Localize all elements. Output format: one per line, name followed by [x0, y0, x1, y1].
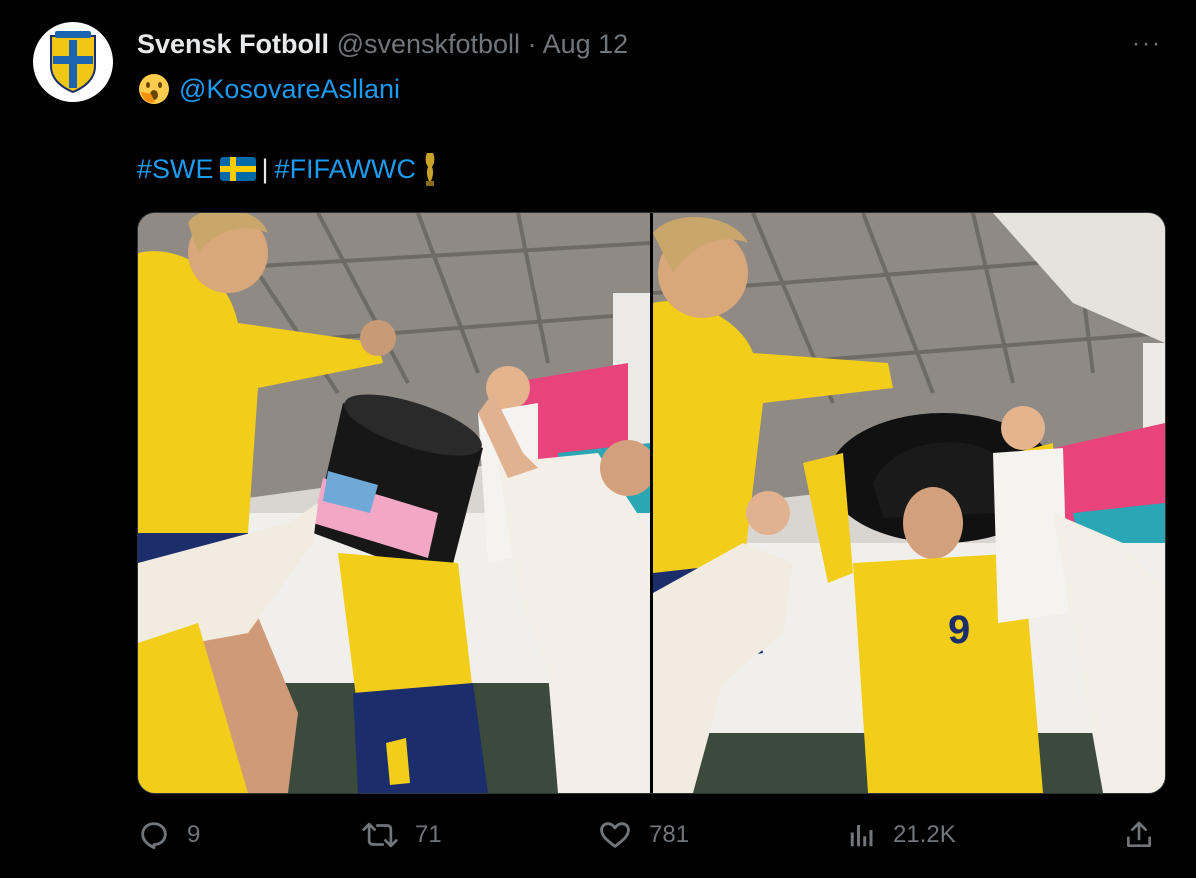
like-count: 781 [649, 821, 690, 848]
tweet-media[interactable]: 9 [137, 212, 1166, 794]
reply-action[interactable]: 9 [137, 818, 200, 852]
retweet-count: 71 [415, 821, 442, 848]
astonished-face-with-hand-icon [139, 74, 169, 104]
hashtag-fifawwc-link[interactable]: #FIFAWWC [275, 152, 417, 186]
retweet-icon [362, 822, 398, 848]
reply-icon [141, 822, 167, 850]
tweet-text-line-2: #SWE | #FIFAWWC [137, 151, 438, 187]
svff-crest-icon [50, 31, 96, 94]
tweet-date[interactable]: Aug 12 [543, 29, 629, 59]
reply-count: 9 [187, 821, 201, 848]
mention-link[interactable]: @KosovareAsllani [179, 72, 400, 106]
sweden-flag-icon [219, 157, 256, 181]
display-name[interactable]: Svensk Fotboll [137, 29, 329, 59]
share-icon [1127, 821, 1151, 847]
views-action[interactable]: 21.2K [847, 818, 956, 852]
tweet-actions: 9 71 781 21.2K [137, 818, 1164, 858]
hashtag-swe-link[interactable]: #SWE [137, 152, 214, 186]
tweet-text-line-1: @KosovareAsllani [137, 72, 400, 106]
text-divider: | [261, 154, 269, 184]
header-separator: · [527, 29, 537, 59]
photo-right[interactable]: 9 [653, 213, 1165, 793]
trophy-icon [425, 153, 435, 186]
photo-left[interactable] [138, 213, 650, 793]
share-action[interactable] [1123, 818, 1155, 852]
retweet-action[interactable]: 71 [361, 818, 442, 852]
tweet-header: Svensk Fotboll @svenskfotboll · Aug 12 [137, 28, 628, 60]
like-action[interactable]: 781 [597, 818, 689, 852]
avatar[interactable] [33, 22, 113, 102]
svg-text:9: 9 [948, 608, 970, 652]
more-options-icon[interactable]: ··· [1132, 30, 1162, 58]
views-count: 21.2K [893, 821, 956, 848]
heart-icon [600, 822, 630, 848]
user-handle[interactable]: @svenskfotboll [337, 29, 521, 59]
views-chart-icon [850, 825, 873, 847]
